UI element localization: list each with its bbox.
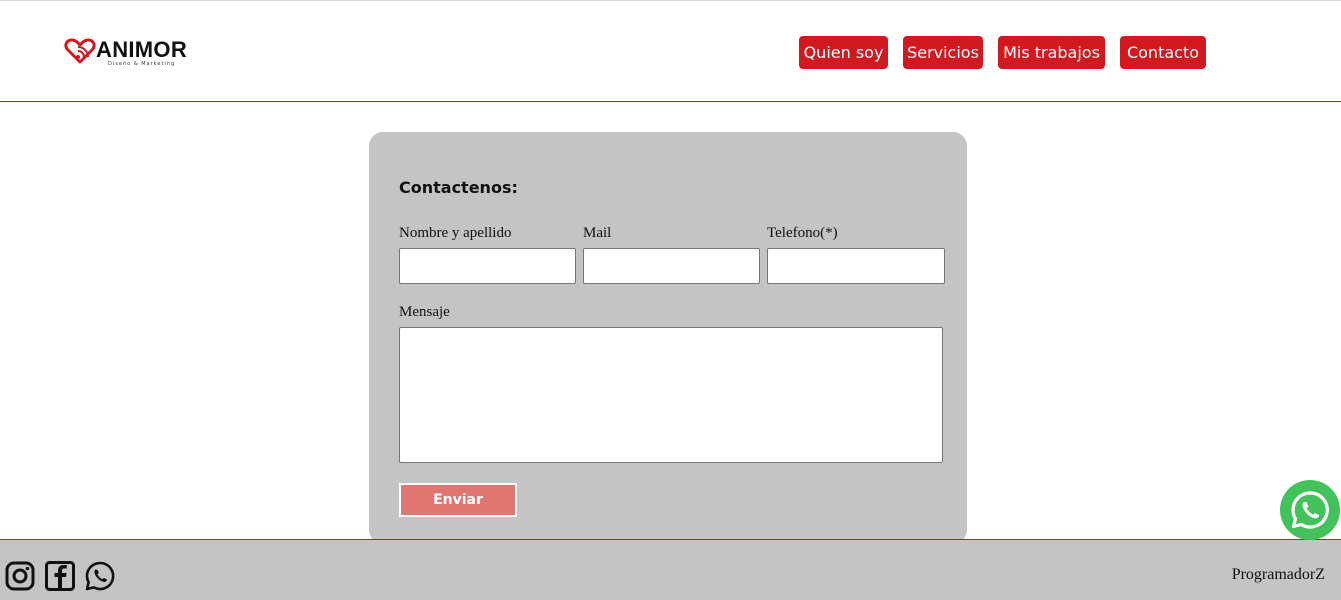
floating-whatsapp-button[interactable] bbox=[1280, 480, 1340, 540]
contact-form-card: Contactenos: Nombre y apellido Mail Tele… bbox=[369, 132, 967, 544]
nav-mis-trabajos[interactable]: Mis trabajos bbox=[998, 36, 1105, 69]
form-title: Contactenos: bbox=[399, 178, 518, 197]
message-textarea[interactable] bbox=[399, 327, 943, 463]
message-label: Mensaje bbox=[399, 304, 450, 320]
nav-contacto[interactable]: Contacto bbox=[1120, 36, 1206, 69]
heart-logo-icon bbox=[64, 38, 96, 64]
phone-label: Telefono(*) bbox=[767, 225, 838, 241]
phone-input[interactable] bbox=[767, 248, 945, 284]
nav-quien-soy[interactable]: Quien soy bbox=[799, 36, 888, 69]
name-input[interactable] bbox=[399, 248, 576, 284]
site-footer: ProgramadorZ bbox=[0, 539, 1341, 600]
site-header: ANIMOR Diseño & Marketing Quien soy Serv… bbox=[0, 0, 1341, 102]
nav-servicios[interactable]: Servicios bbox=[903, 36, 983, 69]
whatsapp-icon bbox=[1291, 491, 1329, 529]
instagram-icon[interactable] bbox=[4, 560, 36, 592]
mail-input[interactable] bbox=[583, 248, 760, 284]
mail-label: Mail bbox=[583, 225, 612, 241]
name-label: Nombre y apellido bbox=[399, 225, 512, 241]
whatsapp-icon[interactable] bbox=[84, 560, 116, 592]
submit-button[interactable]: Enviar bbox=[399, 483, 517, 517]
brand-tagline: Diseño & Marketing bbox=[108, 61, 176, 67]
footer-credit: ProgramadorZ bbox=[1231, 566, 1325, 583]
facebook-icon[interactable] bbox=[44, 560, 76, 592]
brand-name: ANIMOR bbox=[96, 37, 188, 62]
